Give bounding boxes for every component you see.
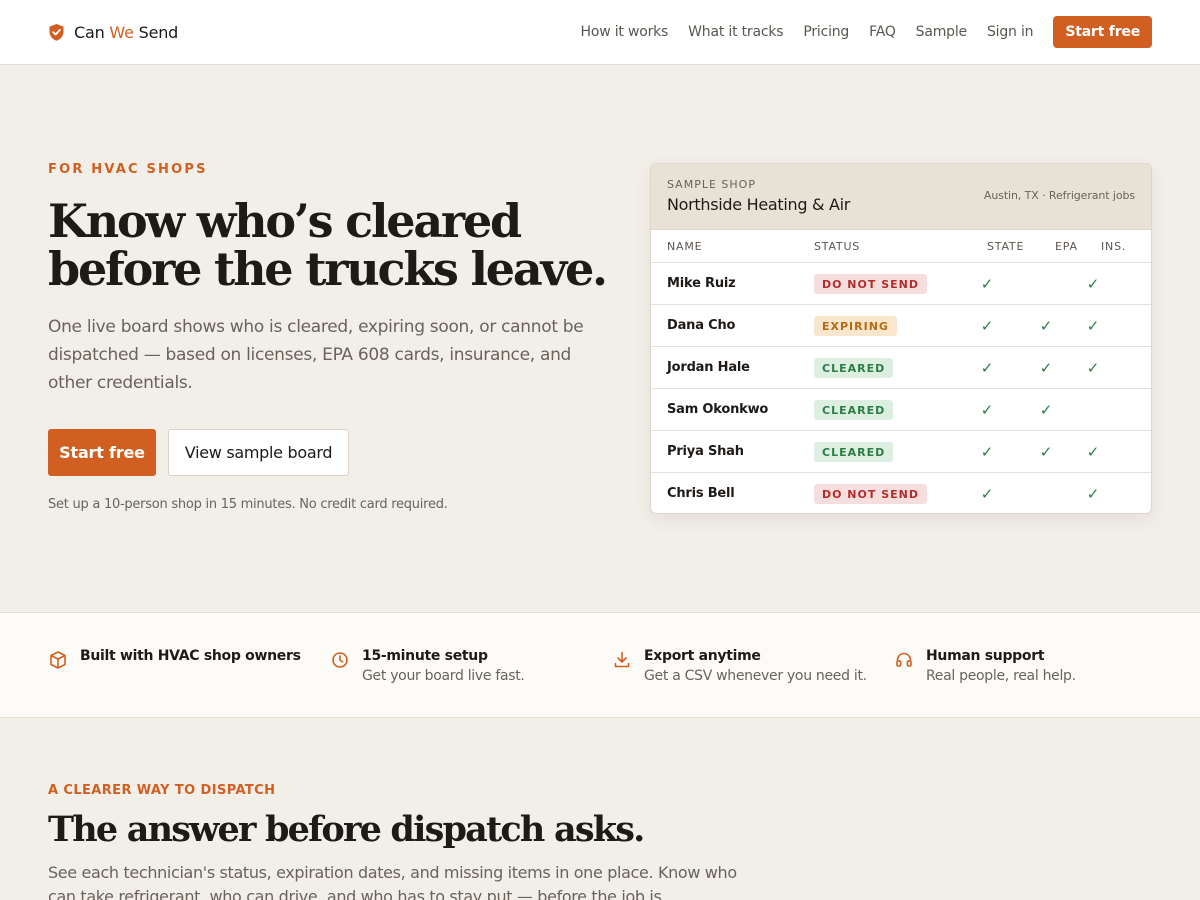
- table-row: Dana Cho EXPIRING ✓ ✓ ✓: [651, 305, 1151, 347]
- nav-how-it-works[interactable]: How it works: [581, 24, 669, 40]
- clock-icon: [332, 652, 348, 668]
- board-column-headers: NAME STATUS STATE EPA INS.: [651, 230, 1151, 263]
- state-check-icon: ✓: [980, 401, 994, 419]
- board-label: SAMPLE SHOP: [667, 178, 756, 191]
- section-subtitle: See each technician's status, expiration…: [48, 863, 737, 900]
- feature-title: Built with HVAC shop owners: [80, 648, 301, 664]
- technician-name: Priya Shah: [667, 444, 744, 459]
- state-check-icon: ✓: [980, 275, 994, 293]
- headset-icon: [896, 652, 912, 667]
- table-row: Priya Shah CLEARED ✓ ✓ ✓: [651, 431, 1151, 473]
- feature-desc: Get a CSV whenever you need it.: [644, 668, 867, 684]
- hero-note: Set up a 10-person shop in 15 minutes. N…: [48, 497, 448, 512]
- nav-faq[interactable]: FAQ: [869, 24, 896, 40]
- hero-subtitle: One live board shows who is cleared, exp…: [48, 317, 584, 393]
- col-status: STATUS: [814, 240, 861, 253]
- col-epa: EPA: [1055, 240, 1078, 253]
- feature-desc: Get your board live fast.: [362, 668, 525, 684]
- feature-strip: Built with HVAC shop owners 15-minute se…: [0, 612, 1200, 718]
- technician-name: Mike Ruiz: [667, 276, 736, 291]
- table-row: Chris Bell DO NOT SEND ✓ ✓: [651, 473, 1151, 513]
- status-badge: CLEARED: [814, 442, 894, 462]
- status-badge: DO NOT SEND: [814, 484, 927, 504]
- state-check-icon: ✓: [980, 317, 994, 335]
- header-start-free-button[interactable]: Start free: [1053, 16, 1152, 48]
- hero-title: Know who’s cleared before the trucks lea…: [48, 194, 608, 296]
- technician-name: Jordan Hale: [667, 360, 750, 375]
- state-check-icon: ✓: [980, 443, 994, 461]
- table-row: Sam Okonkwo CLEARED ✓ ✓: [651, 389, 1151, 431]
- hero-eyebrow: FOR HVAC SHOPS: [48, 162, 208, 177]
- nav-sample[interactable]: Sample: [916, 24, 967, 40]
- ins-check-icon: ✓: [1086, 359, 1100, 377]
- technician-name: Sam Okonkwo: [667, 402, 769, 417]
- site-header: Can We Send How it works What it tracks …: [0, 0, 1200, 65]
- technician-name: Dana Cho: [667, 318, 736, 333]
- feature-desc: Real people, real help.: [926, 668, 1076, 684]
- status-badge: EXPIRING: [814, 316, 897, 336]
- technician-name: Chris Bell: [667, 486, 735, 501]
- section-eyebrow: A CLEARER WAY TO DISPATCH: [48, 783, 276, 798]
- brand-name: Can We Send: [74, 22, 179, 42]
- hero-start-free-button[interactable]: Start free: [48, 429, 156, 476]
- feature-title: Human support: [926, 648, 1045, 664]
- state-check-icon: ✓: [980, 359, 994, 377]
- ins-check-icon: ✓: [1086, 275, 1100, 293]
- epa-check-icon: ✓: [1039, 317, 1053, 335]
- board-rows: Mike Ruiz DO NOT SEND ✓ ✓ Dana Cho EXPIRING ✓ ✓…: [651, 263, 1151, 513]
- col-state: STATE: [987, 240, 1025, 253]
- box-icon: [50, 651, 66, 669]
- nav-what-it-tracks[interactable]: What it tracks: [688, 24, 783, 40]
- brand-logo[interactable]: Can We Send: [48, 20, 178, 44]
- feature-title: 15-minute setup: [362, 648, 488, 664]
- epa-check-icon: ✓: [1039, 359, 1053, 377]
- state-check-icon: ✓: [980, 485, 994, 503]
- ins-check-icon: ✓: [1086, 443, 1100, 461]
- board-shop-name: Northside Heating & Air: [667, 195, 851, 214]
- main-nav: How it works What it tracks Pricing FAQ …: [561, 16, 1152, 48]
- download-icon: [614, 651, 630, 668]
- status-badge: CLEARED: [814, 400, 894, 420]
- feature-title: Export anytime: [644, 648, 761, 664]
- board-meta: Austin, TX · Refrigerant jobs: [983, 189, 1135, 202]
- ins-check-icon: ✓: [1086, 317, 1100, 335]
- view-sample-board-button[interactable]: View sample board: [168, 429, 349, 476]
- epa-check-icon: ✓: [1039, 443, 1053, 461]
- epa-check-icon: ✓: [1039, 401, 1053, 419]
- sample-board: SAMPLE SHOP Northside Heating & Air Aust…: [650, 163, 1152, 514]
- table-row: Mike Ruiz DO NOT SEND ✓ ✓: [651, 263, 1151, 305]
- board-header: SAMPLE SHOP Northside Heating & Air Aust…: [651, 164, 1151, 230]
- status-badge: DO NOT SEND: [814, 274, 927, 294]
- table-row: Jordan Hale CLEARED ✓ ✓ ✓: [651, 347, 1151, 389]
- col-ins: INS.: [1101, 240, 1127, 253]
- col-name: NAME: [667, 240, 703, 253]
- ins-check-icon: ✓: [1086, 485, 1100, 503]
- nav-pricing[interactable]: Pricing: [803, 24, 849, 40]
- status-badge: CLEARED: [814, 358, 894, 378]
- shield-check-icon: [49, 23, 64, 41]
- nav-sign-in[interactable]: Sign in: [987, 24, 1034, 40]
- section-title: The answer before dispatch asks.: [48, 809, 645, 850]
